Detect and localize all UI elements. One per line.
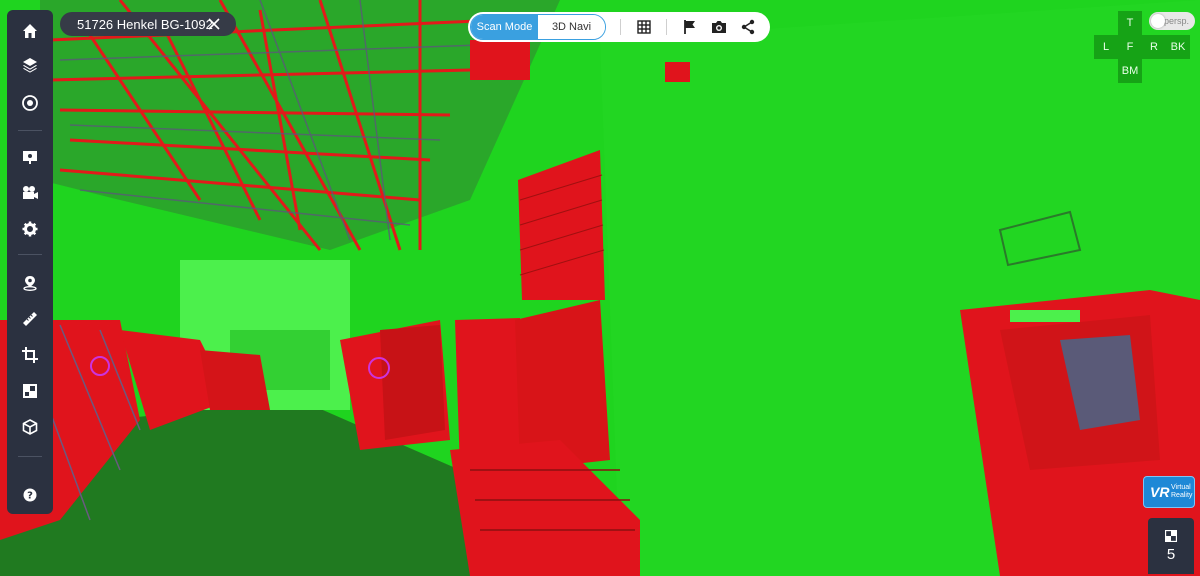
map-pin-icon bbox=[23, 276, 37, 291]
layers-button[interactable] bbox=[14, 50, 46, 80]
crop-icon bbox=[22, 347, 38, 363]
share-button[interactable] bbox=[740, 19, 756, 35]
home-icon bbox=[23, 24, 37, 38]
vr-label-line2: Reality bbox=[1171, 492, 1193, 499]
measure-button[interactable] bbox=[14, 304, 46, 334]
compass-button[interactable] bbox=[14, 88, 46, 118]
close-icon bbox=[208, 18, 220, 30]
video-camera-icon bbox=[23, 186, 38, 199]
close-project-button[interactable] bbox=[206, 16, 222, 32]
navigation-mode-toggle: Scan Mode 3D Navi bbox=[470, 14, 606, 40]
cube-icon bbox=[22, 419, 38, 435]
share-icon bbox=[741, 19, 755, 35]
home-button[interactable] bbox=[14, 16, 46, 46]
scan-mode-button[interactable]: Scan Mode bbox=[471, 15, 538, 39]
layers-icon bbox=[23, 58, 37, 73]
view-left-button[interactable]: L bbox=[1094, 35, 1118, 59]
grid-view-button[interactable] bbox=[636, 19, 652, 35]
compass-icon bbox=[22, 95, 38, 111]
virtual-reality-button[interactable]: VR Virtual Reality bbox=[1143, 476, 1195, 508]
project-title-pill: 51726 Henkel BG-1092 bbox=[60, 12, 236, 36]
help-button[interactable]: ? bbox=[14, 480, 46, 510]
scan-marker-icon bbox=[1165, 530, 1177, 542]
crop-button[interactable] bbox=[14, 340, 46, 370]
settings-button[interactable] bbox=[14, 214, 46, 244]
scan-count: 5 bbox=[1166, 546, 1176, 563]
gear-icon bbox=[22, 221, 38, 237]
left-toolbar: ? bbox=[7, 10, 53, 514]
top-toolbar: Scan Mode 3D Navi bbox=[468, 12, 770, 42]
objects-button[interactable] bbox=[14, 412, 46, 442]
video-camera-button[interactable] bbox=[14, 178, 46, 208]
vr-label: Virtual Reality bbox=[1171, 484, 1192, 500]
view-front-button[interactable]: F bbox=[1118, 35, 1142, 59]
presentation-icon bbox=[23, 151, 37, 164]
flag-button[interactable] bbox=[682, 19, 698, 35]
vr-logo-icon: VR bbox=[1150, 484, 1170, 500]
view-back-button[interactable]: BK bbox=[1166, 35, 1190, 59]
projection-toggle[interactable]: persp. bbox=[1149, 12, 1195, 30]
project-title: 51726 Henkel BG-1092 bbox=[77, 16, 213, 32]
screenshot-button[interactable] bbox=[711, 19, 727, 35]
scan-counter-button[interactable]: 5 bbox=[1148, 518, 1194, 574]
presentation-button[interactable] bbox=[14, 142, 46, 172]
view-right-button[interactable]: R bbox=[1142, 35, 1166, 59]
view-top-button[interactable]: T bbox=[1118, 11, 1142, 35]
grid-icon bbox=[637, 20, 651, 34]
view-bottom-button[interactable]: BM bbox=[1118, 59, 1142, 83]
flag-icon bbox=[684, 20, 695, 34]
vr-label-line1: Virtual bbox=[1171, 484, 1191, 491]
clipping-box-icon bbox=[23, 384, 37, 398]
svg-text:?: ? bbox=[27, 491, 33, 502]
location-button[interactable] bbox=[14, 268, 46, 298]
clipping-box-button[interactable] bbox=[14, 376, 46, 406]
camera-icon bbox=[712, 21, 726, 33]
projection-label: persp. bbox=[1163, 16, 1189, 26]
help-icon: ? bbox=[23, 488, 37, 502]
3d-navi-button[interactable]: 3D Navi bbox=[538, 15, 605, 39]
projection-toggle-knob bbox=[1151, 14, 1165, 28]
ruler-icon bbox=[23, 312, 37, 326]
point-cloud-viewport[interactable] bbox=[0, 0, 1200, 576]
